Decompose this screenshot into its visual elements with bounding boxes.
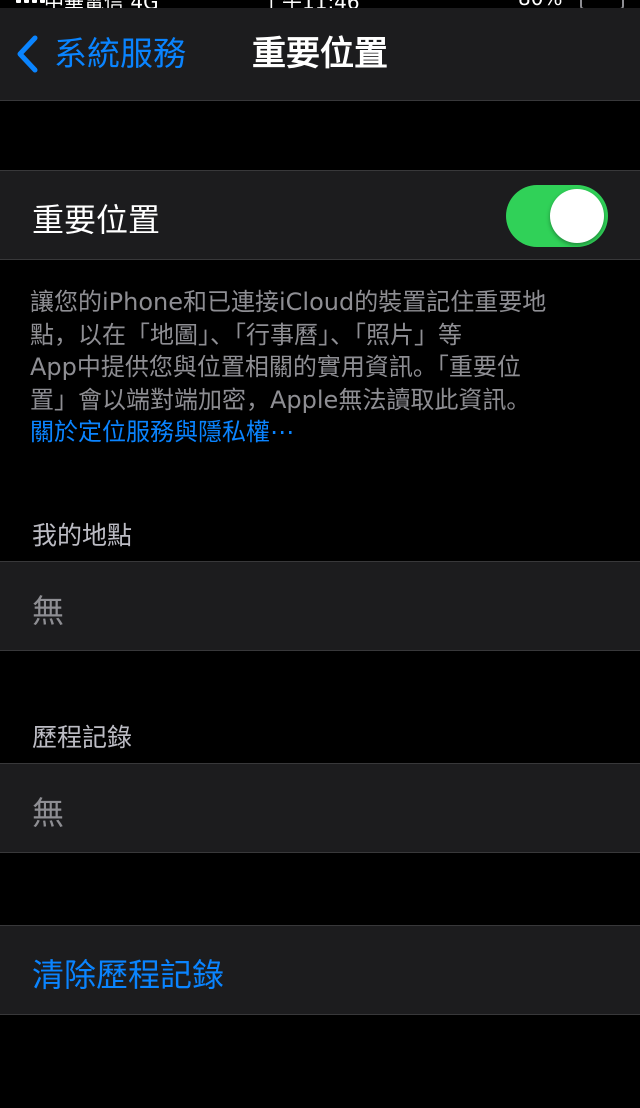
clear-history-button[interactable]: 清除歷程記錄 [0, 925, 640, 1015]
history-header: 歷程記錄 [32, 723, 133, 752]
back-button[interactable]: 系統服務 [14, 32, 186, 76]
significant-locations-row: 重要位置 [0, 170, 640, 260]
privacy-link[interactable]: 關於定位服務與隱私權⋯ [30, 416, 614, 449]
clock: 上午11:46 [262, 0, 360, 8]
description-line: 置」會以端對端加密，Apple無法讀取此資訊。 [30, 385, 531, 414]
chevron-left-icon [17, 35, 38, 73]
battery-icon [580, 0, 624, 8]
toggle-knob [550, 189, 604, 243]
my-places-value: 無 [32, 592, 65, 630]
page-title: 重要位置 [252, 34, 388, 74]
description-line: 點，以在「地圖」、「行事曆」、「照片」等 [30, 320, 462, 349]
significant-locations-label: 重要位置 [32, 201, 161, 239]
description-line: App中提供您與位置相關的實用資訊。「重要位 [30, 353, 521, 381]
back-button-label: 系統服務 [54, 34, 186, 73]
status-bar: 中華電信 4G 上午11:46 80% [0, 0, 640, 8]
significant-locations-toggle[interactable] [506, 185, 608, 247]
battery-percent: 80% [518, 0, 562, 8]
description-text: 讓您的iPhone和已連接iCloud的裝置記住重要地 點，以在「地圖」、「行事… [30, 286, 614, 449]
navigation-bar: 系統服務 重要位置 [0, 8, 640, 101]
signal-icon [16, 0, 45, 3]
history-value: 無 [32, 794, 65, 832]
my-places-row[interactable]: 無 [0, 561, 640, 651]
carrier-label: 中華電信 4G [44, 0, 159, 8]
history-row[interactable]: 無 [0, 763, 640, 853]
my-places-header: 我的地點 [32, 521, 133, 550]
description-line: 讓您的iPhone和已連接iCloud的裝置記住重要地 [30, 288, 547, 316]
clear-history-label: 清除歷程記錄 [32, 956, 225, 994]
